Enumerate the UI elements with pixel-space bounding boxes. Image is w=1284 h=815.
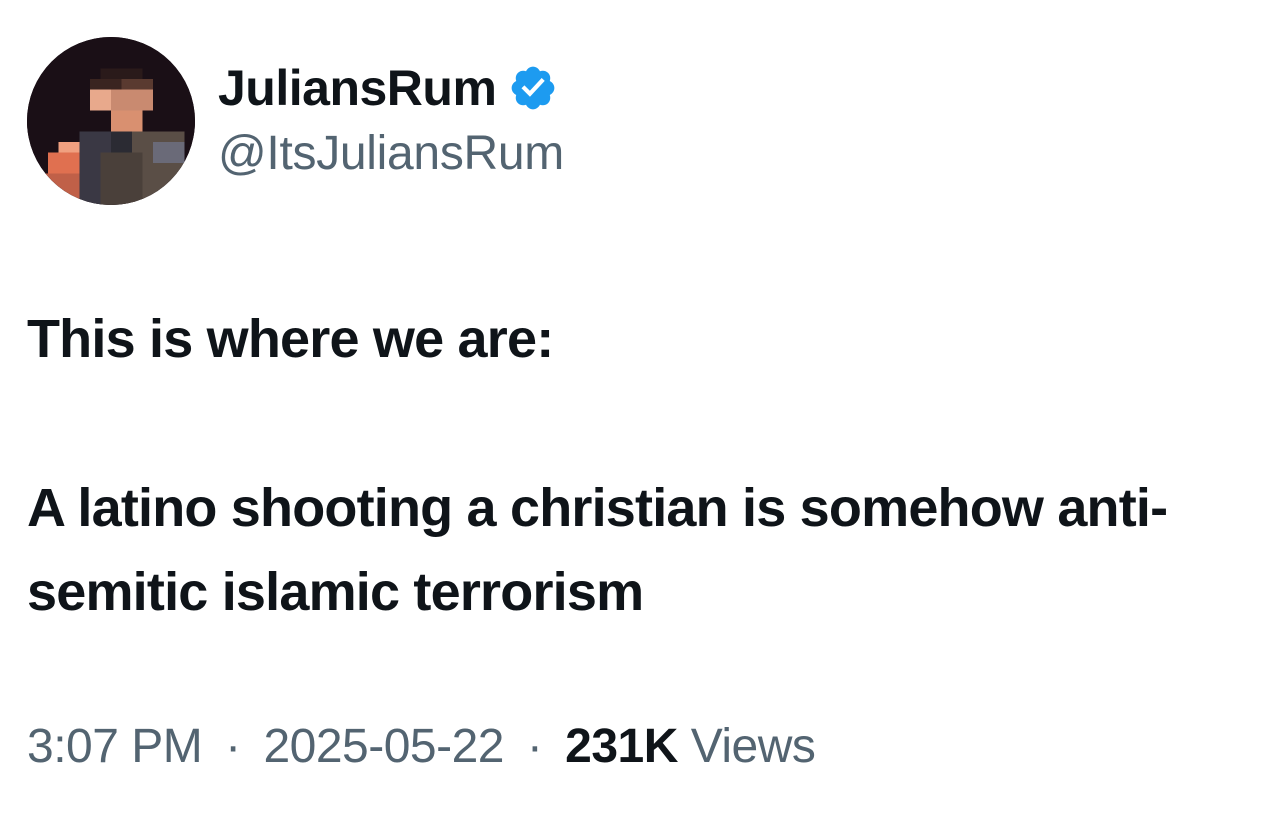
verified-badge-svg <box>512 66 555 110</box>
meta-separator: · <box>225 720 241 773</box>
author-handle[interactable]: @ItsJuliansRum <box>218 130 564 178</box>
avatar[interactable] <box>27 37 195 205</box>
author-display-name[interactable]: JuliansRum <box>218 63 497 113</box>
views-count: 231K <box>565 720 678 773</box>
tweet-card: JuliansRum @ItsJuliansRum This is where … <box>0 0 1284 815</box>
meta-separator: · <box>526 720 543 773</box>
views-label: Views <box>690 720 816 773</box>
tweet-text-line-2: A latino shooting a christian is somehow… <box>27 478 1168 622</box>
tweet-meta: 3:07 PM · 2025-05-22 · 231K Views <box>27 717 816 777</box>
author-name-row: JuliansRum <box>218 56 558 120</box>
tweet-text-line-1: This is where we are: <box>27 309 554 369</box>
verified-badge-icon[interactable] <box>508 63 558 113</box>
tweet-date[interactable]: 2025-05-22 <box>263 720 504 773</box>
tweet-time[interactable]: 3:07 PM <box>27 720 203 773</box>
avatar-pixel-art <box>27 37 195 205</box>
